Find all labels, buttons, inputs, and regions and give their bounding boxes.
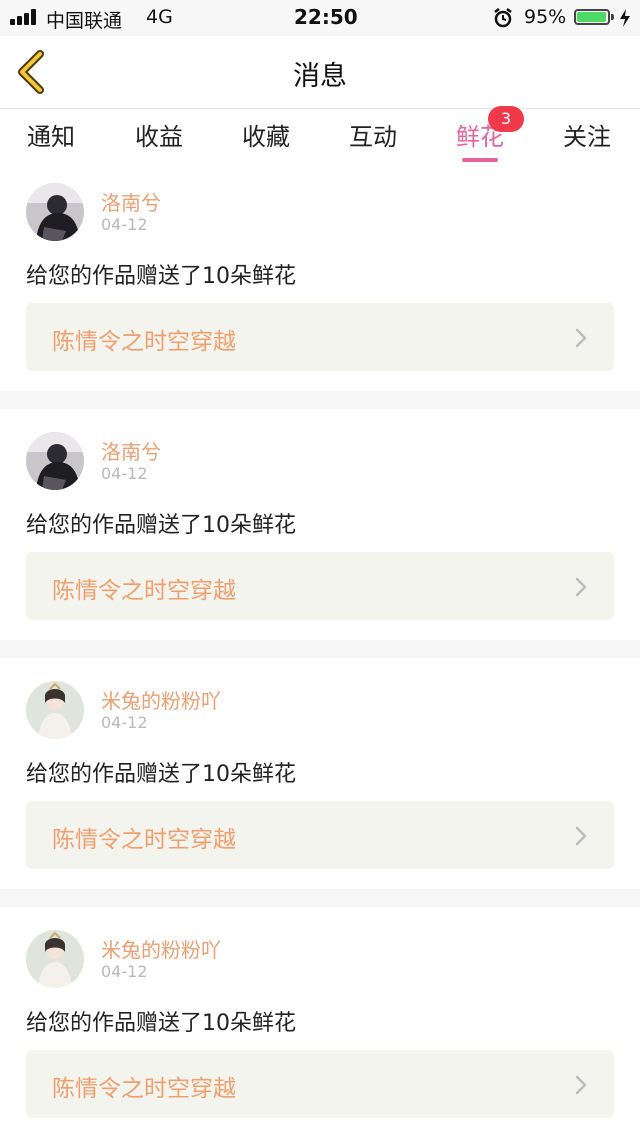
alarm-icon bbox=[494, 8, 512, 28]
tab-bar: 通知 收益 收藏 互动 鲜花 3 关注 bbox=[0, 106, 640, 165]
list-item: 米兔的粉粉吖 04-12 给您的作品赠送了10朵鲜花 陈情令之时空穿越 bbox=[0, 912, 640, 1139]
tab-label: 收藏 bbox=[242, 123, 290, 151]
clock-time: 22:50 bbox=[294, 5, 358, 29]
message-date: 04-12 bbox=[101, 713, 148, 732]
status-bar: 中国联通 4G 22:50 95% bbox=[0, 0, 640, 36]
list-item: 米兔的粉粉吖 04-12 给您的作品赠送了10朵鲜花 陈情令之时空穿越 bbox=[0, 663, 640, 889]
user-name[interactable]: 米兔的粉粉吖 bbox=[101, 685, 221, 714]
user-name[interactable]: 洛南兮 bbox=[101, 187, 161, 216]
message-date: 04-12 bbox=[101, 962, 148, 981]
battery-icon bbox=[574, 9, 610, 25]
tab-label: 通知 bbox=[27, 123, 75, 151]
avatar[interactable] bbox=[26, 930, 84, 988]
battery-percent: 95% bbox=[524, 6, 567, 28]
network-type: 4G bbox=[146, 6, 173, 28]
avatar[interactable] bbox=[26, 681, 84, 739]
work-link-button[interactable]: 陈情令之时空穿越 bbox=[26, 303, 614, 371]
work-link-button[interactable]: 陈情令之时空穿越 bbox=[26, 1050, 614, 1118]
chevron-right-icon bbox=[575, 328, 587, 348]
chevron-right-icon bbox=[575, 577, 587, 597]
work-title: 陈情令之时空穿越 bbox=[52, 329, 236, 355]
chevron-right-icon bbox=[575, 1075, 587, 1095]
active-tab-indicator bbox=[462, 158, 498, 162]
charging-icon bbox=[620, 9, 630, 27]
avatar[interactable] bbox=[26, 432, 84, 490]
divider bbox=[0, 391, 640, 409]
divider bbox=[0, 889, 640, 907]
page-title: 消息 bbox=[293, 61, 347, 92]
work-title: 陈情令之时空穿越 bbox=[52, 578, 236, 604]
work-title: 陈情令之时空穿越 bbox=[52, 1076, 236, 1102]
tab-label: 关注 bbox=[563, 123, 611, 151]
tab-earnings[interactable]: 收益 bbox=[114, 117, 204, 157]
chevron-right-icon bbox=[575, 826, 587, 846]
list-item: 洛南兮 04-12 给您的作品赠送了10朵鲜花 陈情令之时空穿越 bbox=[0, 414, 640, 640]
list-item: 洛南兮 04-12 给您的作品赠送了10朵鲜花 陈情令之时空穿越 bbox=[0, 165, 640, 391]
battery-tip bbox=[611, 14, 614, 20]
message-text: 给您的作品赠送了10朵鲜花 bbox=[26, 762, 296, 787]
work-title: 陈情令之时空穿越 bbox=[52, 827, 236, 853]
user-name[interactable]: 洛南兮 bbox=[101, 436, 161, 465]
message-date: 04-12 bbox=[101, 215, 148, 234]
tab-favorites[interactable]: 收藏 bbox=[221, 117, 311, 157]
tab-flowers[interactable]: 鲜花 3 bbox=[435, 106, 525, 162]
signal-icon bbox=[10, 9, 40, 25]
avatar[interactable] bbox=[26, 183, 84, 241]
user-name[interactable]: 米兔的粉粉吖 bbox=[101, 934, 221, 963]
message-text: 给您的作品赠送了10朵鲜花 bbox=[26, 264, 296, 289]
tab-following[interactable]: 关注 bbox=[542, 117, 632, 157]
message-text: 给您的作品赠送了10朵鲜花 bbox=[26, 1011, 296, 1036]
message-date: 04-12 bbox=[101, 464, 148, 483]
tab-interactions[interactable]: 互动 bbox=[328, 117, 418, 157]
tab-notifications[interactable]: 通知 bbox=[6, 117, 96, 157]
unread-badge: 3 bbox=[488, 106, 524, 132]
tab-label: 收益 bbox=[135, 123, 183, 151]
message-text: 给您的作品赠送了10朵鲜花 bbox=[26, 513, 296, 538]
tab-label: 互动 bbox=[349, 123, 397, 151]
carrier-name: 中国联通 bbox=[46, 10, 123, 32]
nav-bar: 消息 bbox=[0, 36, 640, 109]
work-link-button[interactable]: 陈情令之时空穿越 bbox=[26, 552, 614, 620]
divider bbox=[0, 640, 640, 658]
work-link-button[interactable]: 陈情令之时空穿越 bbox=[26, 801, 614, 869]
